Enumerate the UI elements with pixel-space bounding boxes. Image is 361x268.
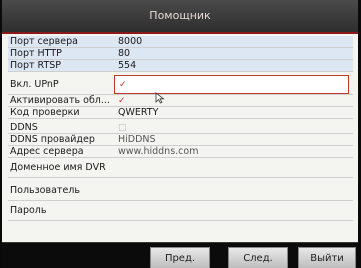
- wizard-screen: Помощник Порт сервера 8000 Порт HTTP 80 …: [2, 0, 358, 268]
- upnp-checkbox[interactable]: ✓: [114, 75, 349, 94]
- row-ddns[interactable]: DDNS □: [8, 122, 353, 134]
- ddns-label: DDNS: [10, 122, 38, 133]
- upnp-label: Вкл. UPnP: [10, 79, 59, 90]
- http-port-label: Порт HTTP: [10, 48, 62, 59]
- row-activate-cloud[interactable]: Активировать обл... ✓: [8, 95, 353, 107]
- row-verification-code[interactable]: Код проверки QWERTY: [8, 107, 353, 119]
- rtsp-port-field[interactable]: 554: [114, 60, 353, 71]
- password-field[interactable]: [114, 201, 353, 220]
- dvr-domain-field[interactable]: [114, 158, 353, 177]
- exit-button[interactable]: Выйти: [298, 247, 356, 268]
- http-port-field[interactable]: 80: [114, 48, 353, 59]
- window-title: Помощник: [149, 9, 211, 22]
- username-field[interactable]: [114, 181, 353, 200]
- row-http-port[interactable]: Порт HTTP 80: [8, 48, 353, 60]
- server-port-field[interactable]: 8000: [114, 36, 353, 47]
- row-password[interactable]: Пароль: [8, 201, 353, 221]
- settings-list: Порт сервера 8000 Порт HTTP 80 Порт RTSP…: [8, 36, 353, 221]
- title-bar: Помощник: [2, 0, 358, 34]
- server-port-label: Порт сервера: [10, 36, 78, 47]
- activate-cloud-checkbox[interactable]: ✓: [114, 95, 353, 106]
- row-username[interactable]: Пользователь: [8, 181, 353, 201]
- row-rtsp-port[interactable]: Порт RTSP 554: [8, 60, 353, 72]
- row-dvr-domain[interactable]: Доменное имя DVR: [8, 158, 353, 178]
- mouse-cursor-icon: [155, 92, 165, 104]
- prev-button[interactable]: Пред.: [150, 247, 210, 268]
- server-address-field[interactable]: www.hiddns.com: [114, 146, 353, 157]
- row-server-address[interactable]: Адрес сервера www.hiddns.com: [8, 146, 353, 158]
- row-server-port[interactable]: Порт сервера 8000: [8, 36, 353, 48]
- button-bar: Пред. След. Выйти: [2, 242, 358, 268]
- activate-cloud-label: Активировать обл...: [10, 95, 110, 106]
- verification-code-label: Код проверки: [10, 107, 80, 118]
- ddns-provider-label: DDNS провайдер: [10, 134, 95, 145]
- row-ddns-provider[interactable]: DDNS провайдер HiDDNS: [8, 134, 353, 146]
- dvr-domain-label: Доменное имя DVR: [10, 162, 106, 173]
- verification-code-field[interactable]: QWERTY: [114, 107, 353, 118]
- row-upnp[interactable]: Вкл. UPnP ✓: [8, 75, 353, 95]
- server-address-label: Адрес сервера: [10, 146, 84, 157]
- username-label: Пользователь: [10, 185, 80, 196]
- rtsp-port-label: Порт RTSP: [10, 60, 62, 71]
- next-button[interactable]: След.: [228, 247, 288, 268]
- ddns-checkbox[interactable]: □: [114, 122, 353, 133]
- ddns-provider-select[interactable]: HiDDNS: [114, 134, 353, 145]
- password-label: Пароль: [10, 205, 47, 216]
